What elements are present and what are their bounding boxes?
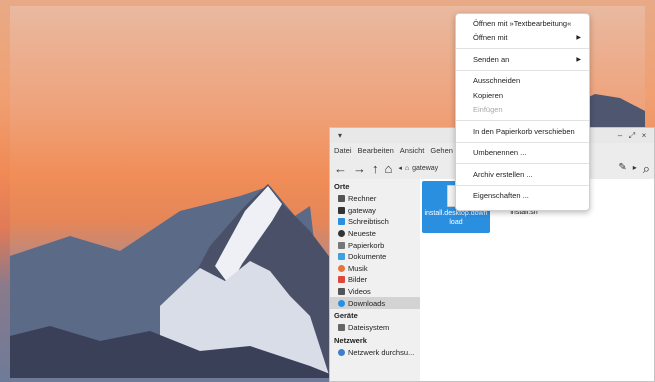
- context-menu-label: Kopieren: [473, 90, 504, 100]
- context-menu-item-ausschneiden[interactable]: Ausschneiden: [456, 74, 589, 89]
- context-menu-label: Öffnen mit »Textbearbeitung«: [473, 18, 572, 28]
- sidebar-item-gateway[interactable]: gateway: [330, 205, 420, 217]
- documents-icon: [338, 253, 345, 261]
- sidebar-item-label: Dokumente: [348, 252, 387, 262]
- forward-arrow-icon[interactable]: →: [353, 162, 366, 175]
- home-icon[interactable]: ⌂: [385, 162, 393, 175]
- videos-icon: [338, 288, 345, 296]
- clock-icon: [338, 230, 345, 238]
- minimize-icon[interactable]: –: [614, 131, 626, 140]
- sidebar-item-downloads[interactable]: Downloads: [330, 297, 420, 309]
- menu-separator: [456, 141, 589, 143]
- breadcrumb-gateway[interactable]: gateway: [412, 165, 438, 172]
- sidebar-item-videos[interactable]: Videos: [330, 286, 420, 298]
- back-arrow-icon[interactable]: ←: [334, 162, 347, 175]
- sidebar: Orte Rechner gateway Schreibtisch Neueste Pa…: [330, 179, 420, 381]
- context-menu-label: In den Papierkorb verschieben: [473, 126, 575, 136]
- music-icon: [338, 264, 345, 272]
- sidebar-item-bilder[interactable]: Bilder: [330, 274, 420, 286]
- up-arrow-icon[interactable]: ↑: [372, 162, 379, 175]
- context-menu-label: Archiv erstellen ...: [473, 169, 533, 179]
- menu-ansicht[interactable]: Ansicht: [400, 146, 425, 155]
- submenu-arrow-icon: ▶: [576, 56, 581, 63]
- menu-separator: [456, 163, 589, 164]
- sidebar-item-label: Neueste: [348, 229, 376, 239]
- sidebar-item-musik[interactable]: Musik: [330, 263, 420, 275]
- context-menu-label: Ausschneiden: [473, 76, 521, 86]
- context-menu-item-öffnen-mit-textbearbeitung[interactable]: Öffnen mit »Textbearbeitung«: [456, 16, 589, 31]
- sidebar-item-dokumente[interactable]: Dokumente: [330, 251, 420, 263]
- menu-bearbeiten[interactable]: Bearbeiten: [358, 146, 394, 155]
- desktop-icon: [338, 218, 345, 226]
- file-name: install.desktop.download: [424, 210, 488, 227]
- context-menu-item-einfügen: Einfügen: [456, 103, 589, 118]
- sidebar-item-papierkorb[interactable]: Papierkorb: [330, 239, 420, 251]
- network-icon: [338, 348, 345, 356]
- breadcrumb-left-icon[interactable]: ◂: [398, 164, 402, 172]
- trash-icon: [338, 241, 345, 249]
- context-menu-item-eigenschaften[interactable]: Eigenschaften ...: [456, 189, 589, 204]
- sidebar-item-label: gateway: [348, 205, 376, 215]
- sidebar-item-rechner[interactable]: Rechner: [330, 193, 420, 205]
- menu-datei[interactable]: Datei: [334, 146, 352, 155]
- submenu-arrow-icon: ▶: [576, 35, 581, 42]
- context-menu-item-umbenennen[interactable]: Umbenennen ...: [456, 146, 589, 161]
- context-menu-label: Einfügen: [473, 105, 503, 115]
- window-menu-icon[interactable]: ▾: [334, 131, 346, 140]
- menu-separator: [456, 120, 589, 121]
- downloads-icon: [338, 299, 345, 307]
- breadcrumb-right-icon[interactable]: ▸: [633, 164, 637, 172]
- context-menu-item-öffnen-mit[interactable]: Öffnen mit ▶: [456, 31, 589, 46]
- context-menu-label: Senden an: [473, 54, 510, 64]
- context-menu-label: Eigenschaften ...: [473, 191, 529, 201]
- sidebar-item-label: Dateisystem: [348, 323, 390, 333]
- context-menu-item-senden-an[interactable]: Senden an ▶: [456, 52, 589, 67]
- sidebar-header-places: Orte: [334, 182, 350, 191]
- close-icon[interactable]: ×: [638, 131, 650, 140]
- pictures-icon: [338, 276, 345, 284]
- context-menu-item-in-den-papierkorb-verschieben[interactable]: In den Papierkorb verschieben: [456, 124, 589, 139]
- computer-icon: [338, 195, 345, 203]
- menu-gehen[interactable]: Gehen: [430, 146, 453, 155]
- sidebar-item-label: Bilder: [348, 275, 368, 285]
- sidebar-item-netzwerk-durchsu[interactable]: Netzwerk durchsu...: [330, 347, 420, 359]
- edit-path-icon[interactable]: ✎: [618, 163, 626, 173]
- sidebar-item-label: Downloads: [348, 298, 386, 308]
- sidebar-header-devices: Geräte: [334, 310, 358, 320]
- sidebar-item-label: Schreibtisch: [348, 217, 389, 227]
- sidebar-item-label: Rechner: [348, 194, 377, 204]
- sidebar-item-label: Netzwerk durchsu...: [348, 347, 415, 357]
- breadcrumb-home-icon: ⌂: [404, 164, 410, 172]
- sidebar-item-label: Videos: [348, 287, 371, 297]
- drive-icon: [338, 324, 345, 332]
- menu-separator: [456, 48, 589, 49]
- search-icon[interactable]: ⌕: [643, 162, 650, 175]
- maximize-icon[interactable]: ⤢: [626, 131, 638, 141]
- menu-separator: [456, 184, 589, 186]
- context-menu-label: Öffnen mit: [473, 33, 508, 43]
- sidebar-item-label: Papierkorb: [348, 240, 385, 250]
- sidebar-item-label: Musik: [348, 263, 368, 273]
- sidebar-header-network: Netzwerk: [334, 335, 367, 345]
- home-icon: [338, 206, 345, 214]
- sidebar-item-neueste[interactable]: Neueste: [330, 228, 420, 240]
- context-menu: Öffnen mit »Textbearbeitung« Öffnen mit ▶ S…: [455, 13, 590, 211]
- context-menu-item-kopieren[interactable]: Kopieren: [456, 88, 589, 103]
- breadcrumb: ◂ ⌂ gateway: [398, 164, 438, 173]
- menu-separator: [456, 69, 589, 71]
- context-menu-label: Umbenennen ...: [473, 148, 527, 158]
- sidebar-item-schreibtisch[interactable]: Schreibtisch: [330, 216, 420, 228]
- sidebar-item-dateisystem[interactable]: Dateisystem: [330, 322, 420, 334]
- context-menu-item-archiv-erstellen[interactable]: Archiv erstellen ...: [456, 167, 589, 182]
